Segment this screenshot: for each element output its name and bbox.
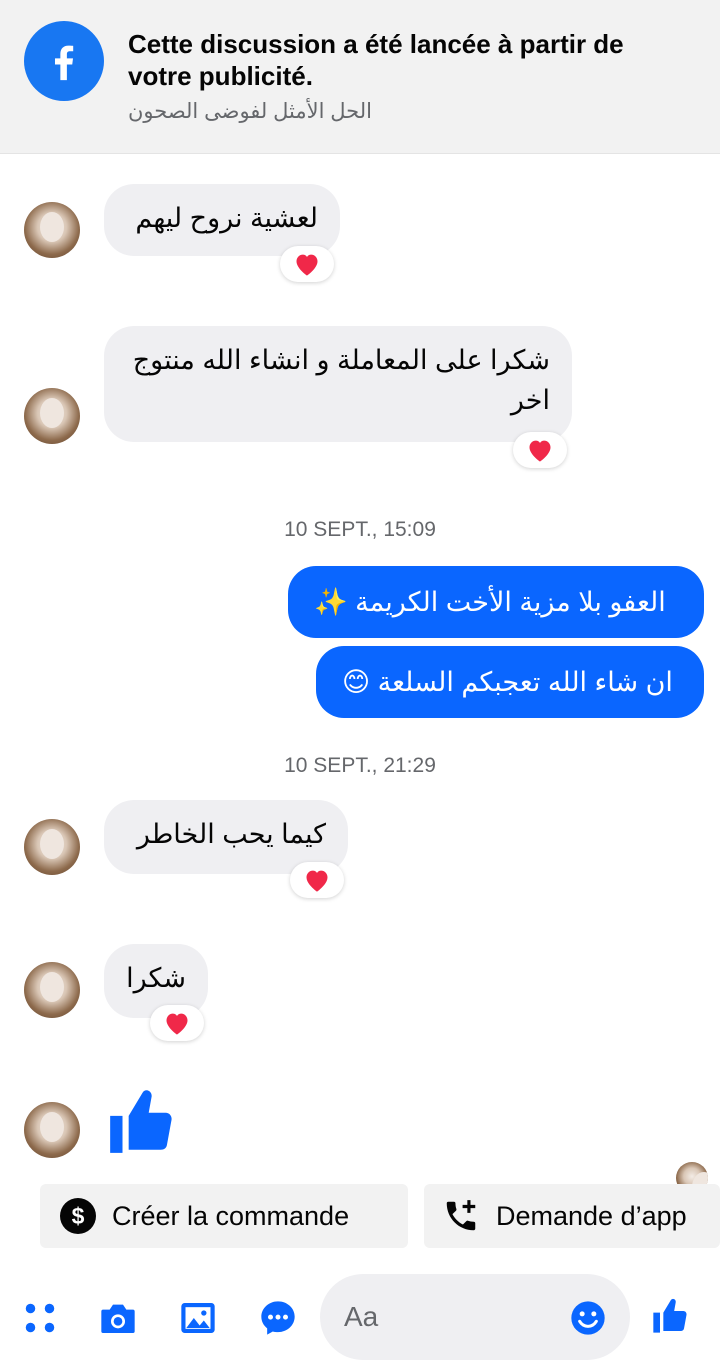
- heart-reaction[interactable]: [290, 862, 344, 898]
- dollar-icon: $: [60, 1198, 96, 1234]
- timestamp: 10 SEPT., 21:29: [284, 754, 436, 777]
- message-text: شكرا على المعاملة و انشاء الله منتوج اخر: [132, 345, 550, 415]
- heart-icon: [166, 1013, 188, 1035]
- message-text: العفو بلا مزية الأخت الكريمة ✨: [314, 587, 666, 617]
- emoji-icon[interactable]: [568, 1298, 608, 1343]
- avatar[interactable]: [24, 388, 80, 444]
- avatar[interactable]: [24, 202, 80, 258]
- heart-icon: [296, 254, 318, 276]
- message-bubble-outgoing[interactable]: ان شاء الله تعجبكم السلعة 😊: [316, 646, 704, 718]
- heart-reaction[interactable]: [513, 432, 567, 468]
- heart-reaction[interactable]: [150, 1005, 204, 1041]
- message-text: لعشية نروح ليهم: [135, 203, 318, 233]
- camera-icon[interactable]: [98, 1298, 138, 1338]
- chat-apps-icon[interactable]: [258, 1298, 298, 1338]
- heart-icon: [306, 870, 328, 892]
- banner-subtitle: الحل الأمثل لفوضى الصحون: [128, 100, 372, 123]
- message-bubble-outgoing[interactable]: العفو بلا مزية الأخت الكريمة ✨: [288, 566, 704, 638]
- menu-dots-icon[interactable]: [20, 1298, 60, 1338]
- create-order-label: Créer la commande: [112, 1200, 350, 1231]
- message-text: شكرا: [126, 963, 186, 993]
- request-appointment-button[interactable]: Demande d’app: [424, 1184, 720, 1248]
- avatar[interactable]: [24, 962, 80, 1018]
- like-sticker-icon[interactable]: [104, 1084, 178, 1165]
- banner-title: Cette discussion a été lancée à partir d…: [128, 29, 624, 91]
- avatar[interactable]: [24, 819, 80, 875]
- heart-reaction[interactable]: [280, 246, 334, 282]
- image-icon[interactable]: [178, 1298, 218, 1338]
- message-text: ان شاء الله تعجبكم السلعة 😊: [342, 667, 673, 697]
- phone-add-icon: [442, 1197, 480, 1235]
- like-icon[interactable]: [650, 1296, 690, 1336]
- timestamp: 10 SEPT., 15:09: [284, 518, 436, 541]
- create-order-button[interactable]: $ Créer la commande: [40, 1184, 408, 1248]
- message-text: كيما يحب الخاطر: [136, 819, 326, 849]
- heart-icon: [529, 440, 551, 462]
- message-input-container[interactable]: [320, 1274, 630, 1360]
- message-bubble[interactable]: شكرا على المعاملة و انشاء الله منتوج اخر: [104, 326, 572, 442]
- ad-banner[interactable]: Cette discussion a été lancée à partir d…: [0, 0, 720, 154]
- request-appointment-label: Demande d’app: [496, 1200, 687, 1231]
- facebook-logo-icon: [24, 21, 104, 101]
- avatar[interactable]: [24, 1102, 80, 1158]
- message-input[interactable]: [344, 1296, 544, 1338]
